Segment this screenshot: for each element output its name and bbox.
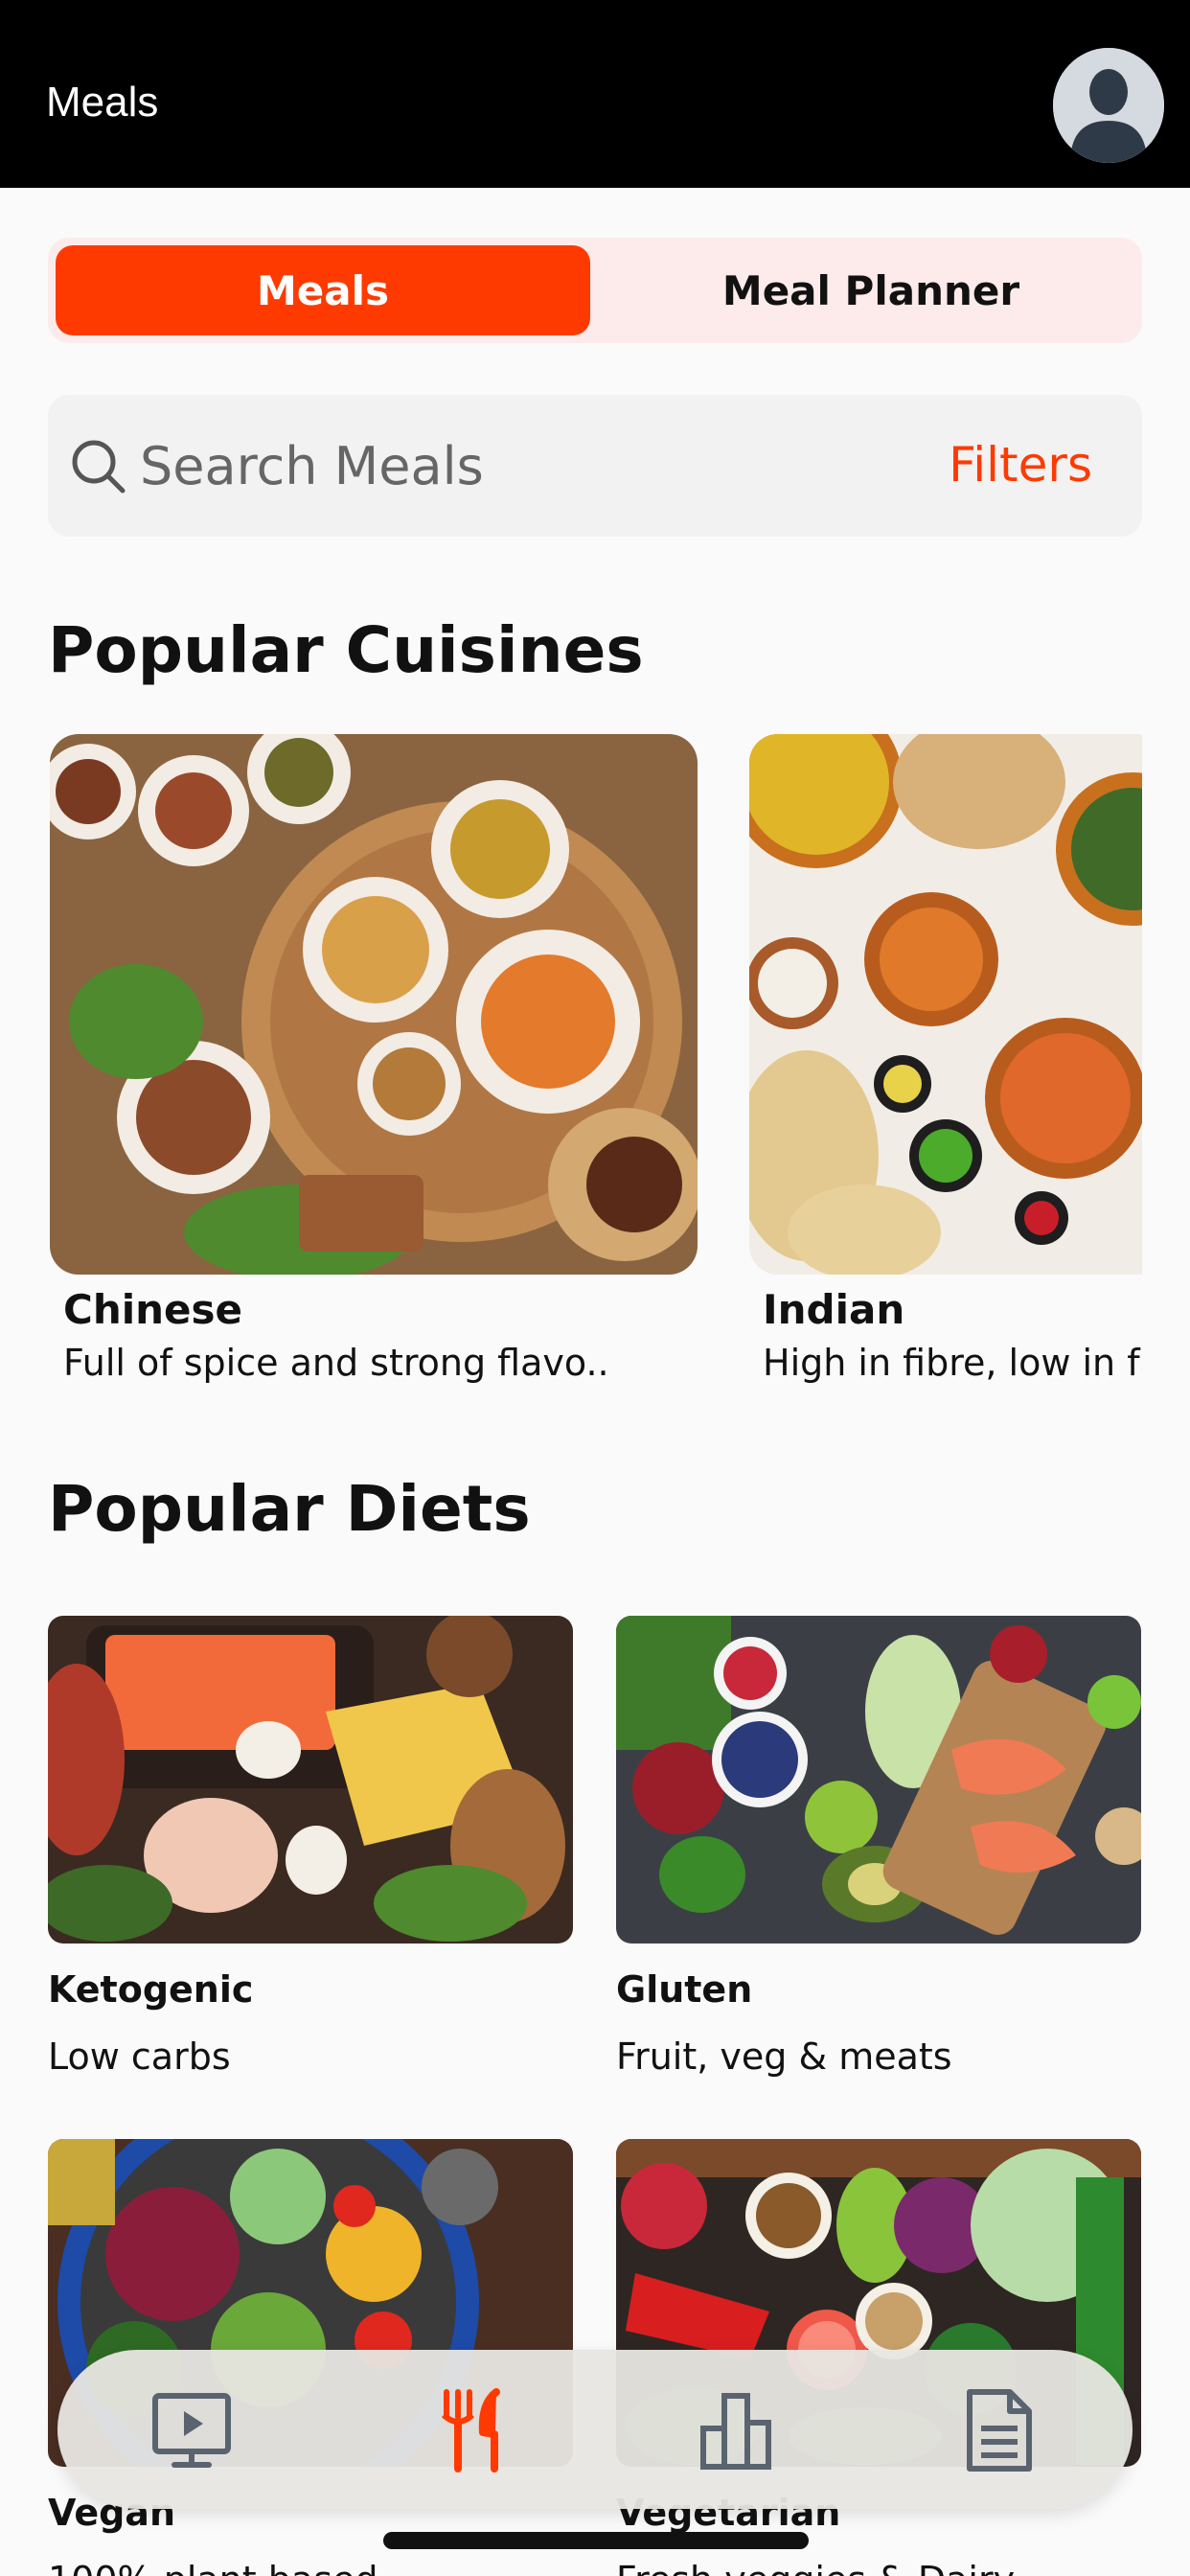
tab-stats[interactable] — [690, 2384, 782, 2476]
cuisine-card-chinese[interactable]: Chinese Full of spice and strong flavo.. — [50, 734, 698, 1386]
ketogenic-food-image — [48, 1616, 573, 1944]
tab-notes[interactable] — [952, 2384, 1044, 2476]
fork-knife-icon — [441, 2388, 500, 2472]
tab-videos[interactable] — [146, 2384, 238, 2476]
diet-description: Fruit, veg & meats — [616, 2036, 952, 2078]
popular-cuisines-title: Popular Cuisines — [48, 613, 644, 687]
tab-meal-planner[interactable]: Meal Planner — [607, 245, 1134, 335]
diet-card-gluten[interactable]: Gluten Fruit, veg & meats — [616, 1616, 1141, 2095]
diet-description: Fresh veggies & Dairy — [616, 2559, 1015, 2576]
search-icon — [72, 440, 126, 494]
diet-name: Gluten — [616, 1968, 753, 2011]
search-bar: Filters — [48, 395, 1142, 537]
document-icon — [967, 2389, 1032, 2472]
avatar[interactable] — [1053, 48, 1164, 163]
video-icon — [152, 2393, 231, 2468]
bar-chart-icon — [700, 2393, 771, 2470]
top-bar — [0, 0, 1190, 188]
filters-button[interactable]: Filters — [949, 437, 1092, 493]
diet-description: 100% plant based — [48, 2559, 378, 2576]
gluten-food-image — [616, 1616, 1141, 1944]
search-input[interactable] — [140, 427, 887, 504]
avatar-icon — [1053, 48, 1164, 163]
bottom-tab-bar — [57, 2350, 1133, 2509]
cuisine-card-indian[interactable]: Indian High in fibre, low in fa — [749, 734, 1142, 1386]
home-indicator[interactable] — [383, 2532, 809, 2549]
cuisine-name: Indian — [763, 1286, 905, 1333]
app-title: Meals — [46, 79, 159, 126]
indian-food-image — [749, 734, 1142, 1275]
tab-meals[interactable]: Meals — [56, 245, 590, 335]
cuisine-name: Chinese — [63, 1286, 242, 1333]
cuisine-description: High in fibre, low in fa — [763, 1342, 1142, 1384]
diet-card-ketogenic[interactable]: Ketogenic Low carbs — [48, 1616, 573, 2095]
diet-description: Low carbs — [48, 2036, 231, 2078]
cuisine-description: Full of spice and strong flavo.. — [63, 1342, 609, 1384]
chinese-food-image — [50, 734, 698, 1275]
diet-name: Ketogenic — [48, 1968, 254, 2011]
segmented-control: Meals Meal Planner — [48, 238, 1142, 343]
popular-diets-title: Popular Diets — [48, 1472, 531, 1546]
tab-meals-nav[interactable] — [425, 2384, 517, 2476]
